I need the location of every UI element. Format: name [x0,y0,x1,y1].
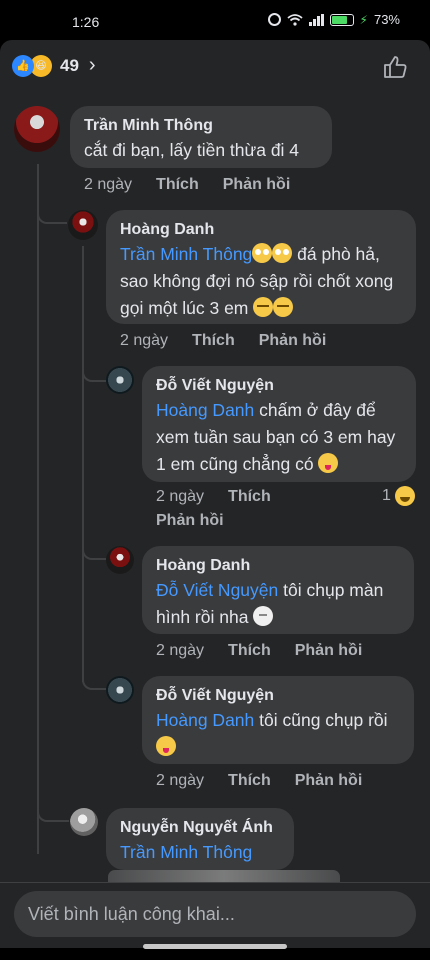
mention-link[interactable]: Hoàng Danh [156,400,254,420]
avatar[interactable] [68,210,98,240]
comment-text: Trần Minh Thông đá phò hả, sao không đợi… [120,243,394,318]
thread-line-main [37,164,39,854]
comment-author[interactable]: Đỗ Viết Nguyện [156,375,402,397]
like-button[interactable]: Thích [228,488,271,506]
chevron-right-icon: › [88,54,96,76]
eye-roll-emoji-icon [272,243,293,263]
comment-bubble: Hoàng Danh Trần Minh Thông đá phò hả, sa… [106,210,416,324]
alarm-icon [267,13,281,26]
comment-actions: 2 ngày Thích Phản hồi [120,332,326,350]
avatar[interactable] [106,676,134,704]
comment-reaction-count: 1 [382,487,391,504]
status-time: 1:26 [72,14,100,30]
comment-bubble: Đỗ Viết Nguyện Hoàng Danh chấm ở đây để … [142,366,416,482]
like-button[interactable]: Thích [228,642,271,660]
like-button[interactable]: Thích [228,772,271,790]
reply-button[interactable]: Phản hồi [156,512,224,530]
comment-author[interactable]: Đỗ Viết Nguyện [156,685,400,707]
comment-time[interactable]: 2 ngày [84,176,132,194]
avatar[interactable] [14,106,60,152]
comment-actions: 2 ngày Thích Phản hồi [156,772,362,790]
comment-author[interactable]: Hoàng Danh [120,219,402,241]
comment-text: Hoàng Danh tôi cũng chụp rồi [156,707,400,761]
mention-link[interactable]: Trần Minh Thông [120,244,252,264]
battery-percent: 73% [373,12,400,27]
comment-author[interactable]: Hoàng Danh [156,555,400,577]
battery-icon [329,13,354,26]
comment-actions: Phản hồi [156,512,224,530]
avatar[interactable] [106,546,134,574]
status-bar: 1:26 ⚡ 73% [0,0,430,40]
relieved-emoji-icon [253,297,274,317]
home-indicator[interactable] [143,944,287,949]
comment-actions: 2 ngày Thích Phản hồi [84,176,290,194]
comment-bubble: Hoàng Danh Đỗ Viết Nguyện tôi chụp màn h… [142,546,414,634]
comment-text: cắt đi bạn, lấy tiền thừa đi 4 [84,140,300,160]
thread-elbow [82,534,106,560]
mention-link[interactable]: Đỗ Viết Nguyện [156,580,278,600]
comment-author[interactable]: Nguyễn Nguyết Ánh [120,817,280,839]
comment-text: Đỗ Viết Nguyện tôi chụp màn hình rồi nha [156,580,384,627]
relieved-emoji-icon [273,297,294,317]
reaction-summary[interactable]: 👍 😆 49 › [12,54,96,77]
like-button[interactable]: Thích [192,332,235,350]
comment-time[interactable]: 2 ngày [156,488,204,506]
thread-line-nested [82,246,84,682]
mention-link[interactable]: Trần Minh Thông [120,842,252,862]
reply-button[interactable]: Phản hồi [223,176,291,194]
avatar[interactable] [106,366,134,394]
mention-link[interactable]: Hoàng Danh [156,710,254,730]
comment-time[interactable]: 2 ngày [156,642,204,660]
neutral-emoji-icon [253,606,274,626]
thread-elbow [82,664,106,690]
eye-roll-emoji-icon [252,243,273,263]
reply-button[interactable]: Phản hồi [295,772,363,790]
charging-icon: ⚡ [359,12,368,27]
comment-time[interactable]: 2 ngày [120,332,168,350]
tongue-emoji-icon [156,736,176,756]
comment-actions: 2 ngày Thích Phản hồi [156,642,362,660]
comment-bubble: Nguyễn Nguyết Ánh Trần Minh Thông [106,808,294,870]
comment-composer [0,882,430,948]
like-post-button[interactable] [382,54,408,80]
tongue-emoji-icon [318,453,339,473]
comment-actions: 2 ngày Thích [156,488,271,506]
comment-time[interactable]: 2 ngày [156,772,204,790]
comment-author[interactable]: Trần Minh Thông [84,115,318,137]
thread-elbow [37,200,67,224]
signal-icon [308,13,324,26]
reaction-count: 49 [60,55,79,75]
like-button[interactable]: Thích [156,176,199,194]
reply-button[interactable]: Phản hồi [295,642,363,660]
comment-text: Hoàng Danh chấm ở đây để xem tuần sau bạ… [156,400,396,474]
reply-button[interactable]: Phản hồi [259,332,327,350]
like-reaction-icon: 👍 [12,54,34,77]
comment-text: Trần Minh Thông [120,839,280,866]
thread-elbow [37,790,69,822]
avatar[interactable] [70,808,98,836]
haha-reaction-icon [394,486,415,506]
comments-sheet: 👍 😆 49 › Trần Minh Thông cắt đi bạn, lấy… [0,40,430,948]
comment-input[interactable] [14,891,416,937]
wifi-icon [286,13,303,26]
status-icons: ⚡ 73% [267,12,400,27]
comment-reactions[interactable]: 1 [382,486,415,506]
comment-bubble: Trần Minh Thông cắt đi bạn, lấy tiền thừ… [70,106,332,168]
comment-bubble: Đỗ Viết Nguyện Hoàng Danh tôi cũng chụp … [142,676,414,764]
thread-elbow [82,356,106,382]
